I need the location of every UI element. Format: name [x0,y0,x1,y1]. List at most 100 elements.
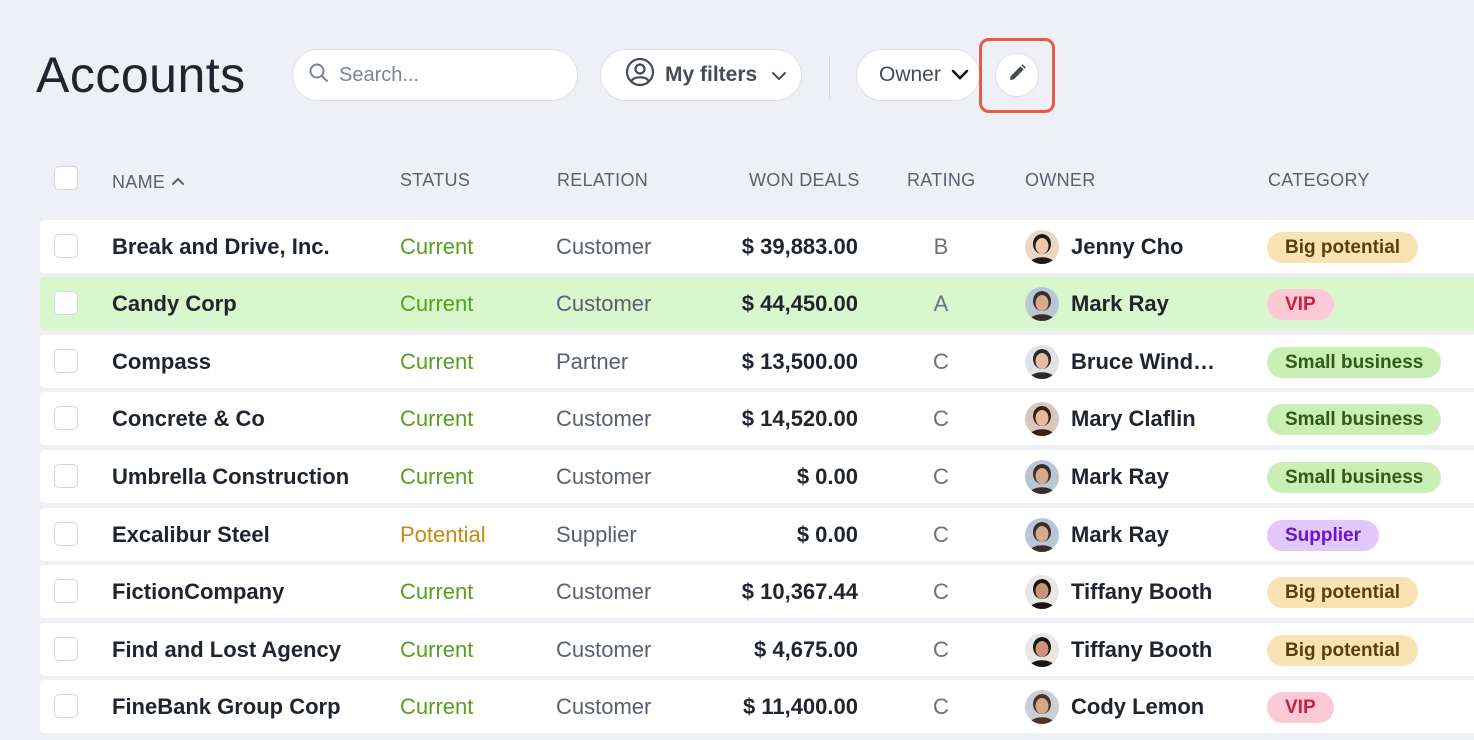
search-box[interactable] [292,49,578,101]
row-checkbox[interactable] [54,406,78,430]
select-all-checkbox[interactable] [54,166,78,190]
edit-button[interactable] [995,53,1039,97]
status-value: Current [400,406,474,431]
won-deals-value: $ 0.00 [796,464,858,489]
account-name[interactable]: FineBank Group Corp [112,680,341,733]
account-name[interactable]: Break and Drive, Inc. [112,220,330,273]
category-badge: VIP [1267,289,1334,320]
column-header-name[interactable]: NAME [112,170,185,193]
table-row[interactable]: Concrete & Co Current Customer $ 14,520.00 C… [40,392,1474,445]
table-row[interactable]: Excalibur Steel Potential Supplier $ 0.00 C M… [40,508,1474,561]
status-value: Current [400,464,474,489]
owner-group-label: Owner [879,63,941,86]
table-row[interactable]: FictionCompany Current Customer $ 10,367.44… [40,565,1474,618]
owner-cell[interactable]: Cody Lemon [1025,680,1204,733]
row-checkbox[interactable] [54,522,78,546]
owner-cell[interactable]: Mary Claflin [1025,392,1196,445]
column-header-relation[interactable]: RELATION [557,170,648,191]
won-deals-value: $ 44,450.00 [741,291,858,316]
row-checkbox[interactable] [54,291,78,315]
avatar [1025,401,1059,436]
status-value: Potential [400,522,486,547]
chevron-down-icon [951,63,969,87]
account-name[interactable]: Umbrella Construction [112,450,349,503]
rating-value: C [933,406,949,431]
relation-value: Customer [556,234,652,259]
category-badge: Small business [1267,347,1442,378]
relation-value: Customer [556,291,652,316]
account-name[interactable]: Find and Lost Agency [112,623,341,676]
relation-value: Customer [556,579,652,604]
owner-name: Bruce Windh… [1071,349,1221,374]
owner-cell[interactable]: Mark Ray [1025,277,1169,330]
relation-value: Customer [556,694,652,719]
row-checkbox[interactable] [54,464,78,488]
owner-name: Mark Ray [1071,464,1169,489]
account-name[interactable]: Concrete & Co [112,392,265,445]
rating-value: C [933,522,949,547]
row-checkbox[interactable] [54,637,78,661]
user-circle-icon [625,57,655,93]
owner-cell[interactable]: Mark Ray [1025,450,1169,503]
rating-value: C [933,637,949,662]
table-row[interactable]: Umbrella Construction Current Customer $ 0.… [40,450,1474,503]
column-header-won-deals[interactable]: WON DEALS [749,170,860,191]
search-input[interactable] [337,62,561,88]
table-row[interactable]: Find and Lost Agency Current Customer $ 4,6… [40,623,1474,676]
status-value: Current [400,234,474,259]
chevron-down-icon [771,63,787,87]
owner-cell[interactable]: Tiffany Booth [1025,623,1212,676]
table-row[interactable]: Break and Drive, Inc. Current Customer $ 39… [40,220,1474,273]
table-row[interactable]: Compass Current Partner $ 13,500.00 C Bruce W… [40,335,1474,388]
avatar [1025,517,1059,552]
column-header-status[interactable]: STATUS [400,170,470,191]
relation-value: Partner [556,349,629,374]
owner-cell[interactable]: Mark Ray [1025,508,1169,561]
owner-group-button[interactable]: Owner [856,49,980,101]
avatar [1025,344,1059,379]
rating-value: C [933,349,949,374]
column-header-category[interactable]: CATEGORY [1268,170,1370,191]
owner-name: Tiffany Booth [1071,637,1213,662]
sort-ascending-icon [171,170,185,191]
status-value: Current [400,694,474,719]
status-value: Current [400,291,474,316]
owner-name: Cody Lemon [1071,694,1205,719]
won-deals-value: $ 13,500.00 [741,349,858,374]
won-deals-value: $ 11,400.00 [742,694,858,719]
owner-name: Tiffany Booth [1071,579,1213,604]
row-checkbox[interactable] [54,234,78,258]
toolbar-divider [829,56,830,98]
account-name[interactable]: Candy Corp [112,277,237,330]
category-badge: Small business [1267,404,1442,435]
owner-cell[interactable]: Bruce Windh… [1025,335,1221,388]
category-badge: Small business [1267,462,1442,493]
row-checkbox[interactable] [54,349,78,373]
my-filters-label: My filters [665,63,758,86]
owner-cell[interactable]: Jenny Cho [1025,220,1183,273]
won-deals-value: $ 0.00 [796,522,858,547]
avatar [1025,574,1059,609]
won-deals-value: $ 14,520.00 [741,406,858,431]
owner-cell[interactable]: Tiffany Booth [1025,565,1212,618]
table-row[interactable]: FineBank Group Corp Current Customer $ 11,4… [40,680,1474,733]
avatar [1025,286,1059,321]
owner-name: Mary Claflin [1071,406,1196,431]
account-name[interactable]: Compass [112,335,211,388]
relation-value: Customer [556,464,652,489]
pencil-icon [1007,63,1027,88]
rating-value: A [933,291,949,316]
my-filters-button[interactable]: My filters [600,49,802,101]
won-deals-value: $ 4,675.00 [754,637,858,662]
column-header-rating[interactable]: RATING [907,170,975,191]
relation-value: Customer [556,406,652,431]
status-value: Current [400,637,474,662]
avatar [1025,459,1059,494]
category-badge: VIP [1267,692,1334,723]
row-checkbox[interactable] [54,579,78,603]
row-checkbox[interactable] [54,694,78,718]
account-name[interactable]: Excalibur Steel [112,508,270,561]
column-header-owner[interactable]: OWNER [1025,170,1096,191]
account-name[interactable]: FictionCompany [112,565,284,618]
table-row[interactable]: Candy Corp Current Customer $ 44,450.00 A Mar… [40,277,1474,330]
